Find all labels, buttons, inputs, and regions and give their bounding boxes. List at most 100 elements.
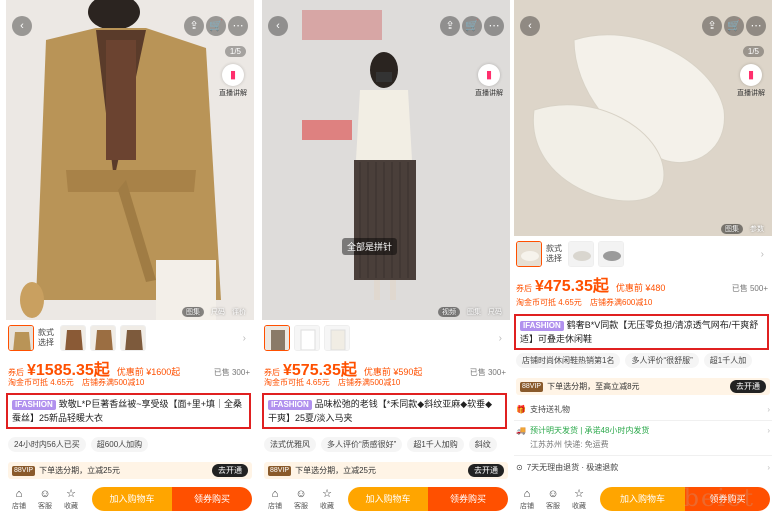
back-icon[interactable]: ‹: [12, 16, 32, 36]
image-pager: 1/5: [742, 46, 764, 57]
service-button[interactable]: ☺ 客服: [540, 488, 566, 511]
share-icon[interactable]: ⇪: [702, 16, 722, 36]
divider: [514, 455, 772, 456]
live-label: 直播讲解: [219, 90, 247, 97]
store-button[interactable]: ⌂ 店铺: [6, 488, 32, 511]
chevron-right-icon[interactable]: ›: [761, 249, 764, 260]
sku-thumb[interactable]: [90, 325, 116, 351]
product-image[interactable]: ‹ ⇪ 🛒 ⋯ 1/5 ▮ 直播讲解 图集 尺码 评价: [6, 0, 254, 320]
sku-selector[interactable]: ›: [262, 324, 510, 352]
live-explain-button[interactable]: ▮ 直播讲解: [474, 64, 504, 98]
shipping-sub: 江苏苏州 快递: 免运费: [516, 439, 770, 450]
tab-gallery[interactable]: 图集: [467, 307, 481, 317]
favorite-button[interactable]: ☆ 收藏: [566, 488, 592, 511]
store-button[interactable]: ⌂ 店铺: [514, 488, 540, 511]
return-text: 7天无理由退货 · 极速退款: [526, 463, 619, 472]
chevron-right-icon[interactable]: ›: [499, 333, 502, 344]
brand-tag: IFASHION: [268, 400, 312, 410]
buy-with-coupon-button[interactable]: 领券购买: [172, 487, 252, 511]
video-caption: 全部是拼针: [342, 238, 398, 255]
store-button[interactable]: ⌂ 店铺: [262, 488, 288, 511]
promo-row[interactable]: 淘金币可抵 4.65元 店铺券满600减10: [516, 297, 768, 308]
cart-icon[interactable]: 🛒: [206, 16, 226, 36]
price-before-label: 优惠前: [363, 367, 391, 377]
sku-thumb[interactable]: [516, 241, 542, 267]
shipping-row[interactable]: 🚚 预计明天发货 | 承诺48小时内发货 ›: [516, 425, 770, 436]
tab-review[interactable]: 评价: [232, 307, 246, 317]
sku-thumb[interactable]: [324, 325, 350, 351]
share-icon[interactable]: ⇪: [440, 16, 460, 36]
tab-size[interactable]: 尺码: [211, 307, 225, 317]
back-icon[interactable]: ‹: [268, 16, 288, 36]
sku-selector[interactable]: 款式 选择 ›: [6, 324, 254, 352]
sku-thumb[interactable]: [264, 325, 290, 351]
price-row: 券后 ¥475.35起 优惠前 ¥480 已售 500+: [516, 272, 768, 295]
tab-params[interactable]: 参数: [750, 224, 764, 234]
service-button[interactable]: ☺ 客服: [32, 488, 58, 511]
vip-open-button[interactable]: 去开通: [730, 380, 766, 393]
tab-gallery[interactable]: 图集: [721, 224, 743, 234]
tab-size[interactable]: 尺码: [488, 307, 502, 317]
tab-gallery[interactable]: 图集: [182, 307, 204, 317]
chip: 多人评价“质感很好”: [321, 437, 403, 452]
sku-thumb[interactable]: [60, 325, 86, 351]
chevron-right-icon: ›: [767, 463, 770, 472]
sku-label: 款式 选择: [546, 244, 562, 263]
more-icon[interactable]: ⋯: [746, 16, 766, 36]
vip-open-button[interactable]: 去开通: [212, 464, 248, 477]
gift-row[interactable]: 🎁 支持送礼物 ›: [516, 404, 770, 415]
vip-banner[interactable]: 88VIP 下单选分期，至高立减8元 去开通: [516, 378, 770, 395]
chip: 超600人加购: [90, 437, 149, 452]
favorite-button[interactable]: ☆ 收藏: [58, 488, 84, 511]
back-icon[interactable]: ‹: [520, 16, 540, 36]
product-panel-shoes: ‹ ⇪ 🛒 ⋯ 1/5 ▮ 直播讲解 图集 参数 款式 选择 › 券后 ¥475…: [514, 0, 772, 518]
highlight-chips: 24小时内56人已买 超600人加购: [8, 437, 252, 452]
share-icon[interactable]: ⇪: [184, 16, 204, 36]
promo-coupon: 店铺券满600减10: [590, 298, 653, 307]
store-label: 店铺: [268, 502, 282, 510]
return-row[interactable]: ⊙ 7天无理由退货 · 极速退款 ›: [516, 462, 770, 473]
sku-thumb[interactable]: [598, 241, 624, 267]
vip-banner[interactable]: 88VIP 下单选分期，立减25元 去开通: [264, 462, 508, 479]
favorite-label: 收藏: [572, 502, 586, 510]
vip-banner[interactable]: 88VIP 下单选分期，立减25元 去开通: [8, 462, 252, 479]
more-icon[interactable]: ⋯: [484, 16, 504, 36]
add-to-cart-button[interactable]: 加入购物车: [600, 487, 685, 511]
chip: 斜纹: [468, 437, 497, 452]
vip-open-button[interactable]: 去开通: [468, 464, 504, 477]
sku-thumb[interactable]: [294, 325, 320, 351]
buy-with-coupon-button[interactable]: 领券购买: [428, 487, 508, 511]
product-title: IFASHION 致敬L*P巨著香丝被~享受级【面+里+填｜全桑蚕丝】25新品轻暖…: [6, 393, 251, 429]
favorite-button[interactable]: ☆ 收藏: [314, 488, 340, 511]
service-label: 客服: [546, 502, 560, 510]
purchase-buttons: 加入购物车 领券购买: [348, 487, 508, 511]
sku-thumb[interactable]: [8, 325, 34, 351]
vip-text: 下单选分期，立减25元: [295, 466, 376, 475]
sku-selector[interactable]: 款式 选择 ›: [514, 240, 772, 268]
sku-thumb[interactable]: [120, 325, 146, 351]
price-before: 优惠前 ¥480: [616, 281, 666, 294]
star-icon: ☆: [574, 487, 584, 500]
chip: 店铺时尚休闲鞋热销第1名: [516, 353, 621, 368]
live-explain-button[interactable]: ▮ 直播讲解: [218, 64, 248, 98]
promo-row[interactable]: 淘金币可抵 4.65元 店铺券满500减10: [264, 377, 506, 388]
more-icon[interactable]: ⋯: [228, 16, 248, 36]
product-image[interactable]: ‹ ⇪ 🛒 ⋯ ▮ 直播讲解 全部是拼针 视频 图集 尺码: [262, 0, 510, 320]
cart-icon[interactable]: 🛒: [724, 16, 744, 36]
add-to-cart-button[interactable]: 加入购物车: [348, 487, 428, 511]
add-to-cart-button[interactable]: 加入购物车: [92, 487, 172, 511]
vip-badge: 88VIP: [268, 465, 292, 476]
sku-thumb[interactable]: [568, 241, 594, 267]
promo-row[interactable]: 淘金币可抵 4.65元 店铺券满500减10: [8, 377, 250, 388]
product-panel-vest: ‹ ⇪ 🛒 ⋯ ▮ 直播讲解 全部是拼针 视频 图集 尺码 › 券后 ¥575.…: [262, 0, 510, 518]
cart-icon[interactable]: 🛒: [462, 16, 482, 36]
bottom-bar: ⌂ 店铺 ☺ 客服 ☆ 收藏 加入购物车 领券购买: [262, 484, 510, 514]
price-before-value: ¥1600起: [146, 367, 181, 377]
service-button[interactable]: ☺ 客服: [288, 488, 314, 511]
product-image[interactable]: ‹ ⇪ 🛒 ⋯ 1/5 ▮ 直播讲解 图集 参数: [514, 0, 772, 236]
favorite-label: 收藏: [64, 502, 78, 510]
live-explain-button[interactable]: ▮ 直播讲解: [736, 64, 766, 98]
tab-video[interactable]: 视频: [438, 307, 460, 317]
bottom-bar: ⌂ 店铺 ☺ 客服 ☆ 收藏 加入购物车 领券购买: [6, 484, 254, 514]
chevron-right-icon[interactable]: ›: [243, 333, 246, 344]
